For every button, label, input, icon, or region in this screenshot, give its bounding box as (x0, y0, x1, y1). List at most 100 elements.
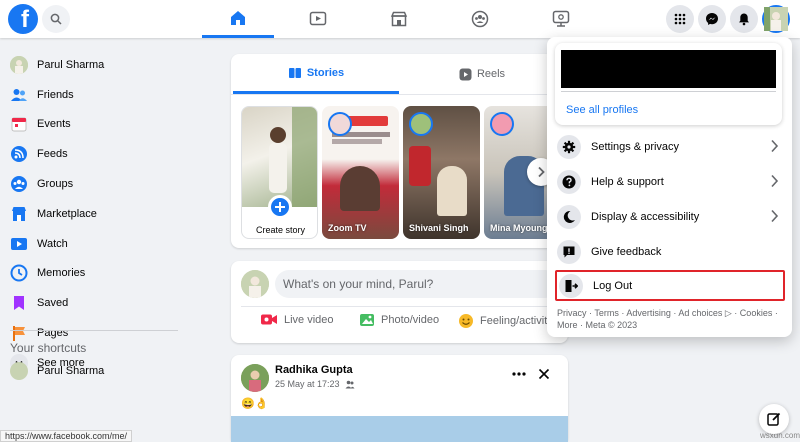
sidebar-item-memories[interactable]: Memories (0, 259, 190, 289)
sidebar-item-label: Feeds (37, 148, 68, 161)
photo-video-button[interactable]: Photo/video (359, 313, 439, 327)
menu-footer-links[interactable]: Privacy · Terms · Advertising · Ad choic… (557, 307, 783, 331)
story-image (340, 166, 380, 211)
sidebar-item-label: Saved (37, 297, 69, 310)
menu-item-give-feedback[interactable]: Give feedback (555, 236, 785, 268)
gaming-icon (552, 10, 570, 27)
memories-icon (10, 264, 28, 282)
avatar[interactable] (241, 364, 269, 392)
feedback-icon (557, 240, 581, 264)
post-time[interactable]: 25 May at 17:23 (275, 379, 340, 389)
more-horizontal-icon (512, 372, 526, 376)
post-text: 😄👌 (241, 398, 269, 410)
feeling-activity-label: Feeling/activity (480, 315, 553, 327)
moon-icon (557, 205, 581, 229)
post-image[interactable] (231, 416, 568, 442)
sidebar-item-profile[interactable]: Parul Sharma (0, 50, 190, 80)
menu-item-label: Log Out (593, 279, 633, 292)
menu-item-log-out[interactable]: Log Out (555, 270, 785, 301)
status-bar-url: https://www.facebook.com/me/ (0, 430, 133, 442)
live-video-button[interactable]: Live video (260, 313, 334, 326)
sidebar-item-feeds[interactable]: Feeds (0, 139, 190, 169)
live-video-icon (261, 314, 277, 325)
sidebar-item-label: Events (37, 118, 71, 131)
more-options-button[interactable] (512, 367, 526, 379)
sidebar-item-label: Watch (37, 237, 68, 250)
post-card: Radhika Gupta 25 May at 17:23 😄👌 (231, 355, 568, 442)
hide-post-button[interactable] (538, 368, 550, 383)
photo-icon (360, 314, 374, 326)
messenger-icon (706, 13, 718, 25)
composer-divider (241, 306, 558, 307)
home-icon (231, 10, 245, 25)
messenger-button[interactable] (698, 5, 726, 33)
story-name: Zoom TV (328, 223, 367, 233)
sidebar-item-events[interactable]: Events (0, 110, 190, 140)
notifications-button[interactable] (730, 5, 758, 33)
close-icon (538, 368, 550, 380)
post-author[interactable]: Radhika Gupta (275, 364, 353, 376)
menu-item-settings-privacy[interactable]: Settings & privacy (555, 131, 785, 163)
profile-switcher: See all profiles (555, 43, 782, 125)
menu-item-label: Settings & privacy (591, 141, 680, 153)
story-name: Mina Myoung (490, 223, 548, 233)
sidebar-item-label: Parul Sharma (37, 58, 105, 71)
sidebar-item-label: Friends (37, 88, 74, 101)
tab-home[interactable] (202, 0, 274, 38)
sidebar-item-friends[interactable]: Friends (0, 80, 190, 110)
story-name: Shivani Singh (409, 223, 469, 233)
status-input[interactable]: What's on your mind, Parul? (275, 270, 559, 298)
account-avatar-button[interactable] (762, 5, 790, 33)
tab-groups[interactable] (444, 0, 516, 38)
tab-gaming[interactable] (525, 0, 597, 38)
sidebar-item-groups[interactable]: Groups (0, 169, 190, 199)
see-all-profiles-link[interactable]: See all profiles (566, 104, 638, 116)
menu-item-help-support[interactable]: Help & support (555, 166, 785, 198)
story-avatar (328, 112, 352, 136)
help-icon (557, 170, 581, 194)
profile-divider (561, 91, 776, 92)
book-icon (288, 67, 301, 78)
new-message-button[interactable] (759, 404, 789, 434)
facebook-logo[interactable]: f (8, 4, 38, 34)
tab-reels[interactable]: Reels (399, 54, 565, 94)
menu-item-display-accessibility[interactable]: Display & accessibility (555, 201, 785, 233)
flag-icon (10, 324, 28, 342)
shortcut-item-profile[interactable]: Parul Sharma (10, 362, 104, 380)
feeds-icon (10, 145, 28, 163)
sidebar-item-label: Marketplace (37, 207, 97, 220)
menu-button[interactable] (666, 5, 694, 33)
marketplace-icon (390, 11, 408, 27)
sidebar-item-label: Memories (37, 267, 86, 280)
sidebar-item-saved[interactable]: Saved (0, 288, 190, 318)
sidebar-item-label: Pages (37, 327, 69, 340)
logout-icon (559, 273, 583, 298)
menu-item-label: Display & accessibility (591, 211, 700, 223)
plus-icon (268, 195, 292, 219)
sidebar-item-marketplace[interactable]: Marketplace (0, 199, 190, 229)
tab-stories[interactable]: Stories (233, 54, 399, 94)
friends-icon (10, 86, 28, 104)
story-avatar (490, 112, 514, 136)
redacted-profile[interactable] (561, 50, 776, 88)
tab-watch[interactable] (282, 0, 354, 38)
post-meta: 25 May at 17:23 (275, 379, 355, 389)
live-video-label: Live video (284, 313, 334, 326)
bell-icon (739, 13, 749, 26)
story-card[interactable]: Shivani Singh (403, 106, 480, 239)
watch-icon (10, 235, 28, 253)
groups-icon (471, 10, 489, 28)
top-navigation-bar: f (0, 0, 800, 38)
search-button[interactable] (42, 5, 70, 33)
shortcut-label: Parul Sharma (37, 365, 105, 377)
avatar (10, 55, 28, 74)
shortcuts-heading: Your shortcuts (10, 341, 87, 355)
create-story-card[interactable]: Create story (241, 106, 318, 239)
story-avatar (409, 112, 433, 136)
tab-label: Stories (306, 66, 345, 79)
calendar-icon (10, 115, 28, 133)
story-card[interactable]: Zoom TV (322, 106, 399, 239)
sidebar-item-watch[interactable]: Watch (0, 229, 190, 259)
tab-marketplace[interactable] (363, 0, 435, 38)
post-composer: What's on your mind, Parul? Live video P… (231, 261, 568, 343)
